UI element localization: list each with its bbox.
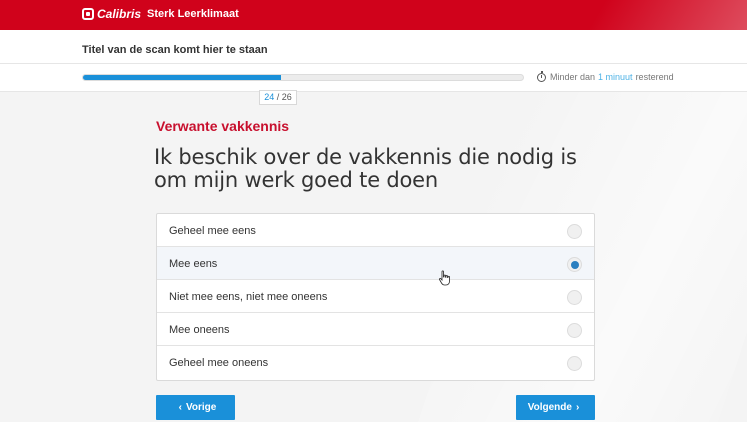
- answer-options: Geheel mee eens Mee eens Niet mee eens, …: [156, 213, 595, 381]
- timer-highlight: 1 minuut: [598, 72, 633, 82]
- next-button[interactable]: Volgende ›: [516, 395, 595, 420]
- previous-button-label: Vorige: [185, 402, 217, 413]
- progress-bar-fill: [83, 75, 281, 80]
- question-text: Ik beschik over de vakkennis die nodig i…: [154, 145, 577, 192]
- timer-text-before: Minder dan: [550, 72, 596, 82]
- radio-button[interactable]: [567, 323, 582, 338]
- option-label: Geheel mee eens: [169, 225, 256, 237]
- step-current: 24: [264, 92, 275, 102]
- step-counter: 24 / 26: [259, 90, 297, 105]
- option-label: Geheel mee oneens: [169, 357, 269, 369]
- calibris-logo-icon: [82, 8, 94, 20]
- progress-bar: [82, 74, 524, 81]
- timer-text-after: resterend: [635, 72, 674, 82]
- chevron-left-icon: ‹: [178, 402, 182, 413]
- hand-cursor-icon: [439, 270, 450, 286]
- option-mee-oneens[interactable]: Mee oneens: [157, 313, 594, 346]
- option-label: Niet mee eens, niet mee oneens: [169, 291, 328, 303]
- brand-name: Calibris: [97, 7, 142, 21]
- scan-title: Titel van de scan komt hier te staan: [82, 44, 268, 56]
- option-geheel-mee-eens[interactable]: Geheel mee eens: [157, 214, 594, 247]
- time-remaining: Minder dan 1 minuut resterend: [537, 70, 674, 82]
- header-shine: [588, 0, 747, 30]
- brand-logo[interactable]: Calibris Sterk Leerklimaat: [82, 7, 239, 21]
- previous-button[interactable]: ‹ Vorige: [156, 395, 235, 420]
- option-label: Mee eens: [169, 258, 218, 270]
- section-title: Verwante vakkennis: [156, 118, 290, 134]
- radio-button[interactable]: [567, 257, 582, 272]
- progress-row: Minder dan 1 minuut resterend: [0, 64, 747, 92]
- radio-button[interactable]: [567, 290, 582, 305]
- option-geheel-mee-oneens[interactable]: Geheel mee oneens: [157, 346, 594, 379]
- radio-button[interactable]: [567, 224, 582, 239]
- next-button-label: Volgende: [527, 402, 572, 413]
- top-bar: Calibris Sterk Leerklimaat: [0, 0, 747, 30]
- option-neutraal[interactable]: Niet mee eens, niet mee oneens: [157, 280, 594, 313]
- scan-title-bar: Titel van de scan komt hier te staan: [0, 30, 747, 64]
- step-total: 26: [281, 92, 292, 102]
- option-mee-eens[interactable]: Mee eens: [157, 247, 594, 280]
- chevron-right-icon: ›: [575, 402, 580, 413]
- stopwatch-icon: [537, 70, 546, 82]
- option-label: Mee oneens: [169, 324, 230, 336]
- step-separator: /: [274, 92, 282, 102]
- brand-subtitle: Sterk Leerklimaat: [147, 8, 239, 20]
- radio-button[interactable]: [567, 356, 582, 371]
